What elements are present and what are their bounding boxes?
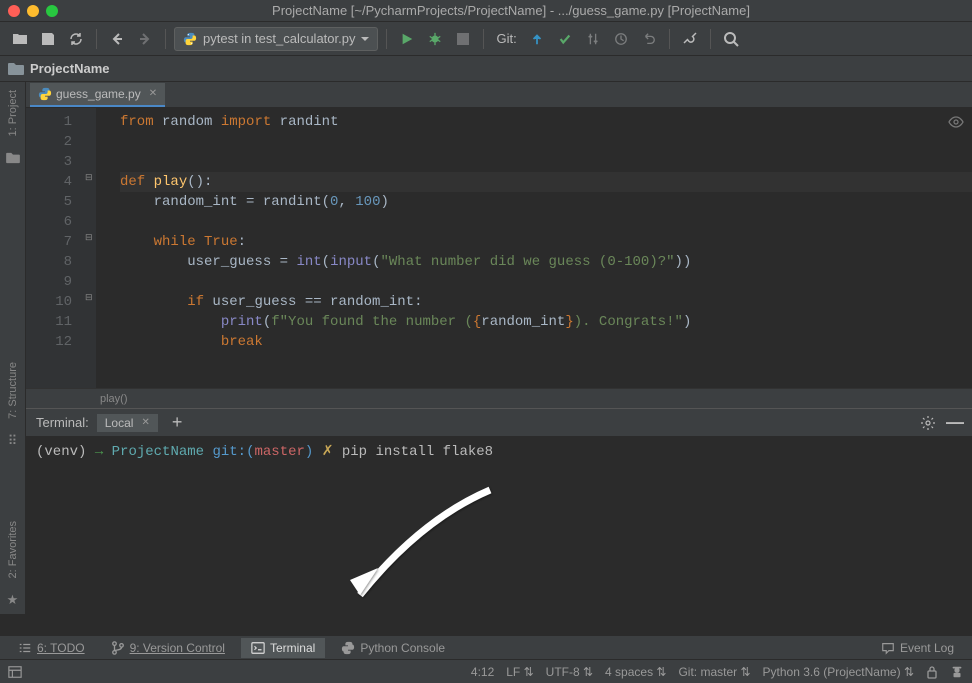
close-terminal-tab-icon[interactable]: ✕ (141, 417, 149, 428)
structure-tool-icon[interactable]: ⠿ (5, 433, 21, 449)
terminal-icon (251, 641, 265, 655)
back-icon[interactable] (105, 27, 129, 51)
terminal-title: Terminal: (36, 415, 89, 430)
project-tool-button[interactable]: 1: Project (7, 82, 19, 144)
fold-gutter[interactable]: ⊟ ⊟ ⊟ (84, 108, 96, 388)
interpreter-selector[interactable]: Python 3.6 (ProjectName) ⇅ (763, 665, 914, 679)
left-tool-window-bar-lower: 7: Structure ⠿ 2: Favorites ★ (0, 354, 26, 614)
settings-icon[interactable] (678, 27, 702, 51)
python-icon (341, 641, 355, 655)
terminal-tool-window: Terminal: Local ✕ + — (venv) → ProjectNa… (0, 408, 972, 635)
caret-position[interactable]: 4:12 (471, 665, 494, 679)
left-tool-window-bar: 1: Project (0, 82, 26, 388)
chevron-down-icon (361, 35, 369, 43)
indent-selector[interactable]: 4 spaces ⇅ (605, 665, 666, 679)
status-bar: 4:12 LF ⇅ UTF-8 ⇅ 4 spaces ⇅ Git: master… (0, 659, 972, 683)
list-icon (18, 641, 32, 655)
open-icon[interactable] (8, 27, 32, 51)
terminal-tab-local[interactable]: Local ✕ (97, 414, 158, 432)
editor-tabs: guess_game.py ✕ (26, 82, 972, 108)
git-label: Git: (496, 31, 516, 46)
bottom-tool-window-bar: 6: TODO 9: Version Control Terminal Pyth… (0, 635, 972, 659)
terminal-tool-button[interactable]: Terminal (241, 638, 325, 658)
structure-tool-button[interactable]: 7: Structure (7, 354, 19, 427)
tab-label: guess_game.py (56, 87, 141, 101)
terminal-content[interactable]: (venv) → ProjectName git:(master) ✗ pip … (0, 437, 972, 635)
sync-icon[interactable] (64, 27, 88, 51)
forward-icon[interactable] (133, 27, 157, 51)
stop-icon[interactable] (451, 27, 475, 51)
encoding-selector[interactable]: UTF-8 ⇅ (546, 665, 593, 679)
breadcrumb-project[interactable]: ProjectName (30, 61, 109, 76)
run-icon[interactable] (395, 27, 419, 51)
speech-bubble-icon (881, 641, 895, 655)
vcs-revert-icon[interactable] (637, 27, 661, 51)
vcs-history-icon[interactable] (609, 27, 633, 51)
editor-area: guess_game.py ✕ 123 456 789 101112 ⊟ ⊟ ⊟… (26, 82, 972, 388)
vcs-compare-icon[interactable] (581, 27, 605, 51)
event-log-tool-button[interactable]: Event Log (871, 638, 964, 658)
inspections-widget-icon[interactable] (948, 114, 964, 130)
favorites-tool-icon[interactable]: ★ (5, 592, 21, 608)
titlebar: ProjectName [~/PycharmProjects/ProjectNa… (0, 0, 972, 22)
favorites-tool-button[interactable]: 2: Favorites (7, 513, 19, 586)
python-console-tool-button[interactable]: Python Console (331, 638, 455, 658)
branch-icon (111, 641, 125, 655)
vcs-update-icon[interactable] (525, 27, 549, 51)
close-tab-icon[interactable]: ✕ (149, 88, 157, 99)
debug-icon[interactable] (423, 27, 447, 51)
version-control-tool-button[interactable]: 9: Version Control (101, 638, 235, 658)
ide-mascot-icon[interactable] (950, 665, 964, 679)
search-icon[interactable] (719, 27, 743, 51)
lock-icon[interactable] (926, 665, 938, 679)
window-close-button[interactable] (8, 5, 20, 17)
line-separator-selector[interactable]: LF ⇅ (506, 665, 533, 679)
hide-terminal-icon[interactable]: — (946, 412, 964, 433)
python-icon (183, 32, 197, 46)
editor-tab-guess-game[interactable]: guess_game.py ✕ (30, 83, 165, 107)
hide-tool-windows-icon[interactable] (8, 665, 22, 679)
git-branch-selector[interactable]: Git: master ⇅ (678, 665, 750, 679)
add-terminal-icon[interactable]: + (166, 412, 189, 433)
run-configuration-selector[interactable]: pytest in test_calculator.py (174, 27, 378, 51)
folder-icon (8, 62, 24, 76)
terminal-settings-icon[interactable] (920, 415, 936, 431)
save-all-icon[interactable] (36, 27, 60, 51)
window-title: ProjectName [~/PycharmProjects/ProjectNa… (58, 3, 964, 18)
run-config-label: pytest in test_calculator.py (203, 31, 355, 46)
window-zoom-button[interactable] (46, 5, 58, 17)
line-numbers-gutter[interactable]: 123 456 789 101112 (26, 108, 84, 388)
vcs-commit-icon[interactable] (553, 27, 577, 51)
todo-tool-button[interactable]: 6: TODO (8, 638, 95, 658)
navigation-bar: ProjectName (0, 56, 972, 82)
main-toolbar: pytest in test_calculator.py Git: (0, 22, 972, 56)
editor-breadcrumb[interactable]: play() (0, 388, 972, 408)
python-file-icon (38, 87, 52, 101)
terminal-header: Terminal: Local ✕ + — (0, 409, 972, 437)
window-minimize-button[interactable] (27, 5, 39, 17)
code-editor[interactable]: from random import randint def play(): r… (96, 108, 972, 388)
project-tool-icon[interactable] (5, 150, 21, 166)
